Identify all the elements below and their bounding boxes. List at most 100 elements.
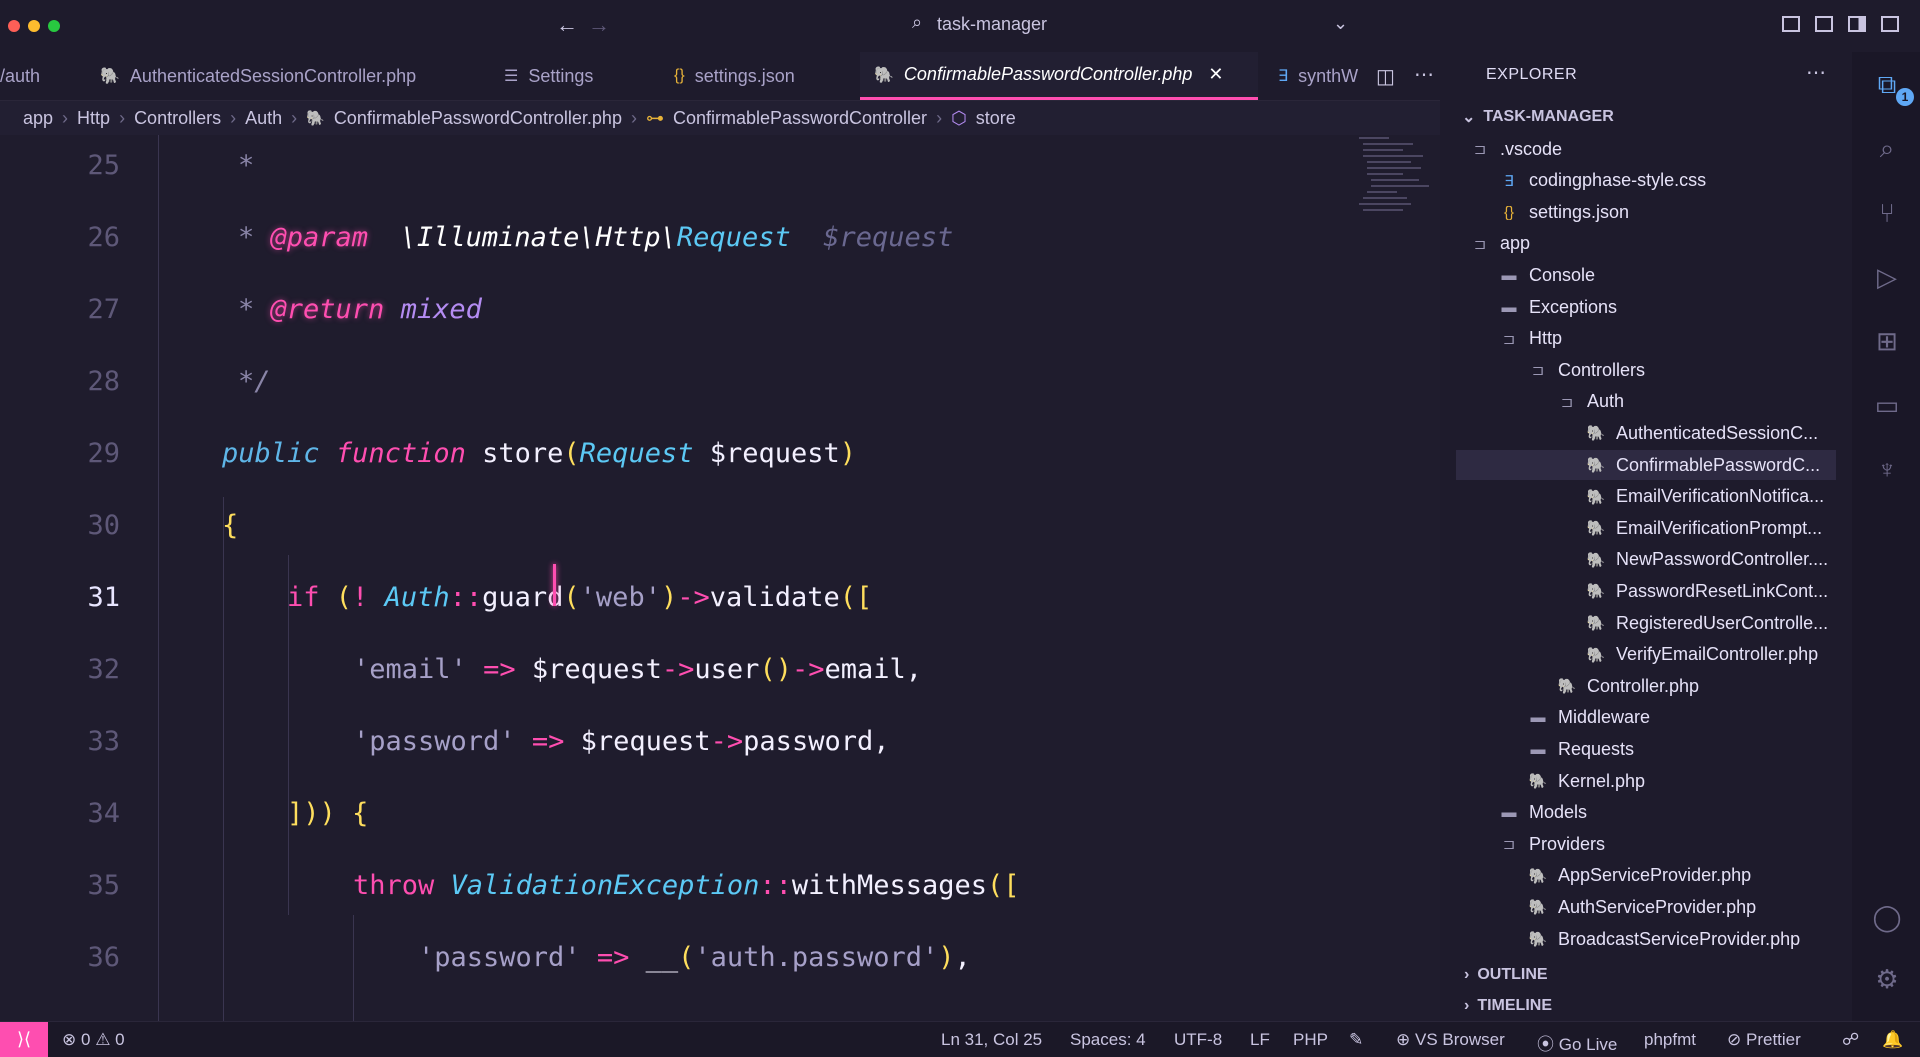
code-line[interactable]: if (! Auth::guard('web')->validate([ xyxy=(287,582,872,613)
code-line[interactable]: * @return mixed xyxy=(238,294,482,325)
folder-item[interactable]: ▬ Requests xyxy=(1456,734,1836,764)
php-elephant-icon: 🐘 xyxy=(874,66,894,84)
file-item[interactable]: 🐘 RegisteredUserControlle... xyxy=(1456,608,1836,638)
breadcrumb-item[interactable]: store xyxy=(976,108,1016,129)
code-line[interactable]: */ xyxy=(238,366,271,397)
file-item[interactable]: 🐘 Controller.php xyxy=(1456,671,1836,701)
file-item[interactable]: 🐘 VerifyEmailController.php xyxy=(1456,640,1836,670)
tab-authenticated-session-controller[interactable]: 🐘 AuthenticatedSessionController.php xyxy=(100,52,416,100)
toggle-sidebar-icon[interactable] xyxy=(1782,16,1800,32)
file-item[interactable]: {} settings.json xyxy=(1456,197,1836,227)
file-item[interactable]: 🐘 BroadcastServiceProvider.php xyxy=(1456,924,1836,954)
folder-item[interactable]: ⊐ Controllers xyxy=(1456,355,1836,385)
search-icon[interactable]: ⌕ xyxy=(1870,132,1904,166)
tab-settings[interactable]: ☰ Settings xyxy=(504,52,593,100)
chevron-down-icon[interactable]: ⌄ xyxy=(1333,13,1348,34)
folder-item[interactable]: ▬ Exceptions xyxy=(1456,292,1836,322)
customize-layout-icon[interactable] xyxy=(1881,16,1899,32)
code-line[interactable]: { xyxy=(222,510,238,541)
command-center-title[interactable]: task-manager xyxy=(937,14,1047,35)
encoding[interactable]: UTF-8 xyxy=(1174,1030,1222,1050)
minimap[interactable] xyxy=(1355,135,1435,225)
close-tab-icon[interactable]: ✕ xyxy=(1208,64,1223,85)
tree-item-label: AppServiceProvider.php xyxy=(1558,865,1752,886)
code-line[interactable]: ])) { xyxy=(287,798,368,829)
tab-settings-json[interactable]: {} settings.json xyxy=(674,52,795,100)
file-item[interactable]: 🐘 Kernel.php xyxy=(1456,766,1836,796)
section-timeline[interactable]: › TIMELINE xyxy=(1464,991,1552,1021)
file-item[interactable]: 🐘 AuthServiceProvider.php xyxy=(1456,892,1836,922)
file-item[interactable]: 🐘 PasswordResetLinkCont... xyxy=(1456,576,1836,606)
vs-browser[interactable]: ⊕ VS Browser xyxy=(1396,1030,1505,1050)
gear-icon[interactable]: ⚙ xyxy=(1870,962,1904,996)
tab-auth-path[interactable]: /auth xyxy=(0,52,40,100)
forward-arrow-icon[interactable]: → xyxy=(588,12,610,38)
github-octopus-icon[interactable]: ♆ xyxy=(1870,452,1904,486)
notifications-bell-icon[interactable]: 🔔 xyxy=(1882,1030,1903,1050)
file-item[interactable]: 🐘 NewPasswordController.... xyxy=(1456,545,1836,575)
breadcrumb-item[interactable]: app xyxy=(23,108,53,129)
folder-item[interactable]: ⊐ Auth xyxy=(1456,387,1836,417)
more-actions-icon[interactable]: ⋯ xyxy=(1414,62,1434,87)
indentation[interactable]: Spaces: 4 xyxy=(1070,1030,1146,1050)
folder-item[interactable]: ⊐ .vscode xyxy=(1456,134,1836,164)
breadcrumb-item[interactable]: Http xyxy=(77,108,110,129)
file-item[interactable]: 🐘 AppServiceProvider.php xyxy=(1456,861,1836,891)
remote-indicator-icon[interactable]: ⟩⟨ xyxy=(0,1022,48,1057)
file-item[interactable]: 🐘 EmailVerificationNotifica... xyxy=(1456,482,1836,512)
file-item[interactable]: 🐘 ConfirmablePasswordC... xyxy=(1456,450,1836,480)
code-editor[interactable]: 25 26 27 28 29 30 31 32 33 34 35 36 * * … xyxy=(0,135,1440,1021)
split-editor-icon[interactable]: ◫ xyxy=(1376,64,1395,89)
code-line[interactable]: 'password' => __('auth.password'), xyxy=(418,942,971,973)
zoom-window-button[interactable] xyxy=(48,20,60,32)
phpfmt[interactable]: phpfmt xyxy=(1644,1030,1696,1050)
more-actions-icon[interactable]: ⋯ xyxy=(1806,60,1826,85)
file-item[interactable]: 🐘 EmailVerificationPrompt... xyxy=(1456,513,1836,543)
brush-icon[interactable]: ✎ xyxy=(1349,1030,1363,1050)
toggle-panel-icon[interactable] xyxy=(1815,16,1833,32)
code-line[interactable]: * xyxy=(238,150,254,181)
line-number: 34 xyxy=(87,798,120,829)
folder-icon: ▬ xyxy=(1530,740,1546,758)
breadcrumb-item[interactable]: ConfirmablePasswordController.php xyxy=(334,108,622,129)
breadcrumb-item[interactable]: ConfirmablePasswordController xyxy=(673,108,927,129)
problems-indicator[interactable]: ⊗ 0 ⚠ 0 xyxy=(62,1030,125,1050)
folder-item[interactable]: ⊐ app xyxy=(1456,229,1836,259)
file-item[interactable]: 🐘 AuthenticatedSessionC... xyxy=(1456,418,1836,448)
workspace-root[interactable]: ⌄ TASK-MANAGER xyxy=(1462,102,1614,132)
php-elephant-icon: 🐘 xyxy=(1528,899,1548,917)
toggle-secondary-sidebar-icon[interactable] xyxy=(1848,16,1866,32)
source-control-icon[interactable]: ⑂ xyxy=(1870,196,1904,230)
explorer-title: EXPLORER xyxy=(1486,66,1578,83)
close-window-button[interactable] xyxy=(8,20,20,32)
folder-item[interactable]: ▬ Middleware xyxy=(1456,703,1836,733)
folder-item[interactable]: ⊐ Providers xyxy=(1456,829,1836,859)
file-item[interactable]: ∃ codingphase-style.css xyxy=(1456,166,1836,196)
language-mode[interactable]: PHP xyxy=(1293,1030,1328,1050)
cursor-position[interactable]: Ln 31, Col 25 xyxy=(941,1030,1042,1050)
extensions-icon[interactable]: ⊞ xyxy=(1870,324,1904,358)
code-line[interactable]: public function store(Request $request) xyxy=(222,438,856,469)
back-arrow-icon[interactable]: ← xyxy=(556,12,578,38)
folder-item[interactable]: ⊐ Http xyxy=(1456,324,1836,354)
remote-explorer-icon[interactable]: ▭ xyxy=(1870,388,1904,422)
run-debug-icon[interactable]: ▷ xyxy=(1870,260,1904,294)
account-icon[interactable]: ◯ xyxy=(1870,900,1904,934)
folder-item[interactable]: ▬ Models xyxy=(1456,798,1836,828)
code-line[interactable]: 'password' => $request->password, xyxy=(353,726,889,757)
minimize-window-button[interactable] xyxy=(28,20,40,32)
prettier[interactable]: ⊘ Prettier xyxy=(1727,1030,1801,1050)
section-label: TIMELINE xyxy=(1477,997,1552,1014)
code-line[interactable]: * @param \Illuminate\Http\Request $reque… xyxy=(238,222,953,253)
section-outline[interactable]: › OUTLINE xyxy=(1464,960,1548,990)
code-line[interactable]: throw ValidationException::withMessages(… xyxy=(353,870,1020,901)
breadcrumb-item[interactable]: Auth xyxy=(245,108,282,129)
code-line[interactable]: 'email' => $request->user()->email, xyxy=(353,654,922,685)
tab-confirmable-password-controller[interactable]: 🐘 ConfirmablePasswordController.php ✕ xyxy=(860,52,1258,100)
feedback-icon[interactable]: ☍ xyxy=(1842,1030,1859,1050)
end-of-line[interactable]: LF xyxy=(1250,1030,1270,1050)
folder-item[interactable]: ▬ Console xyxy=(1456,260,1836,290)
breadcrumb-item[interactable]: Controllers xyxy=(134,108,221,129)
tab-synthw[interactable]: ∃ synthW xyxy=(1278,52,1358,100)
go-live[interactable]: ⦿ Go Live xyxy=(1537,1030,1617,1055)
